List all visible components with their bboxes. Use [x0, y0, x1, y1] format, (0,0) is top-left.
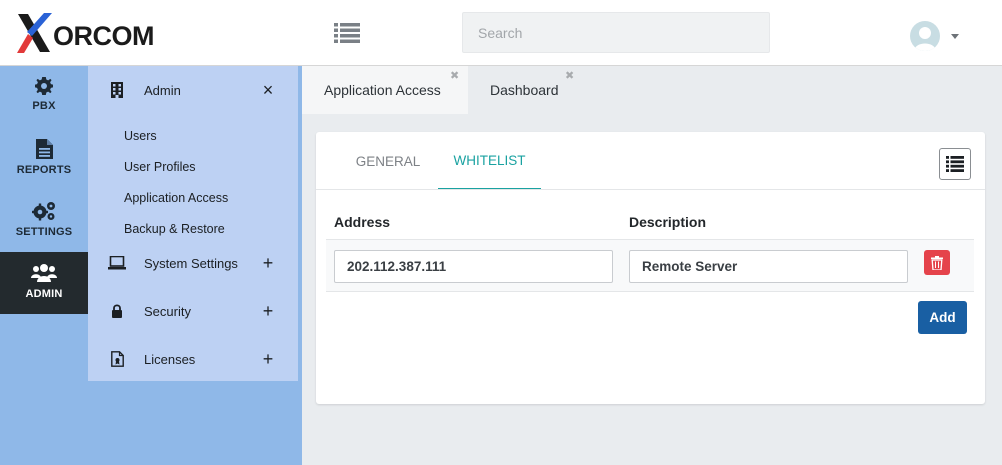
tab-general[interactable]: GENERAL: [338, 132, 438, 190]
submenu-system-settings-label: System Settings: [144, 255, 238, 271]
trash-icon: [931, 255, 943, 270]
close-icon[interactable]: ×: [258, 80, 278, 100]
tab-label: Application Access: [324, 82, 441, 98]
address-input[interactable]: [334, 250, 613, 283]
list-view-button[interactable]: [939, 148, 971, 180]
rail-item-reports[interactable]: REPORTS: [0, 128, 88, 190]
xorcom-logo[interactable]: ORCOM: [16, 12, 166, 54]
tab-application-access[interactable]: Application Access: [302, 66, 468, 114]
logo-text: ORCOM: [53, 21, 155, 51]
rail-item-admin[interactable]: ADMIN: [0, 252, 88, 314]
description-input[interactable]: [629, 250, 908, 283]
users-icon: [31, 264, 57, 282]
lock-icon: [108, 302, 126, 320]
submenu-item-backup-restore[interactable]: Backup & Restore: [124, 222, 225, 236]
submenu-item-user-profiles[interactable]: User Profiles: [124, 160, 196, 174]
submenu-admin-label: Admin: [144, 82, 181, 98]
tab-close-icon[interactable]: ✖: [450, 69, 459, 82]
expand-plus-icon[interactable]: +: [258, 349, 278, 369]
tab-close-icon[interactable]: ✖: [565, 69, 574, 82]
submenu-edge: [298, 66, 302, 465]
expand-plus-icon[interactable]: +: [258, 253, 278, 273]
search-input[interactable]: [462, 12, 770, 53]
rail-item-label: PBX: [32, 100, 56, 112]
user-menu[interactable]: [910, 21, 962, 51]
gears-icon: [32, 202, 55, 221]
column-header-description: Description: [629, 214, 707, 230]
page-tabs: Application Access ✖ Dashboard ✖: [302, 66, 1002, 114]
rail-item-pbx[interactable]: PBX: [0, 66, 88, 128]
submenu-item-users[interactable]: Users: [124, 129, 157, 143]
delete-row-button[interactable]: [924, 250, 950, 275]
license-file-icon: [108, 350, 126, 368]
list-icon: [946, 156, 964, 172]
laptop-icon: [108, 254, 126, 272]
application-access-panel: GENERAL WHITELIST Address Description Ad…: [316, 132, 985, 404]
column-header-address: Address: [334, 214, 391, 230]
submenu-item-application-access[interactable]: Application Access: [124, 191, 228, 205]
chevron-down-icon: [951, 33, 959, 39]
rail-item-label: REPORTS: [16, 164, 72, 176]
main-nav-rail: PBX REPORTS SETTINGS ADMIN: [0, 66, 88, 465]
submenu-system-settings-header[interactable]: System Settings +: [88, 240, 298, 286]
building-icon: [108, 81, 126, 99]
submenu-licenses-header[interactable]: Licenses +: [88, 336, 298, 382]
rail-item-settings[interactable]: SETTINGS: [0, 190, 88, 252]
admin-submenu: Admin × Users User Profiles Application …: [88, 66, 298, 465]
submenu-panel: Admin × Users User Profiles Application …: [88, 66, 298, 381]
submenu-security-label: Security: [144, 303, 191, 319]
rail-item-label: ADMIN: [25, 288, 63, 300]
gear-icon: [35, 77, 53, 95]
submenu-security-header[interactable]: Security +: [88, 288, 298, 334]
submenu-admin-header[interactable]: Admin ×: [88, 67, 298, 113]
rail-item-label: SETTINGS: [15, 226, 73, 238]
submenu-licenses-label: Licenses: [144, 351, 196, 367]
document-icon: [35, 139, 53, 159]
menu-toggle-icon[interactable]: [334, 23, 360, 43]
tab-whitelist[interactable]: WHITELIST: [438, 132, 541, 190]
top-header: ORCOM: [0, 0, 1002, 66]
expand-plus-icon[interactable]: +: [258, 301, 278, 321]
logo-x-mark-icon: [17, 13, 52, 53]
panel-tabs-divider: [316, 189, 985, 190]
add-button[interactable]: Add: [918, 301, 967, 334]
tab-dashboard[interactable]: Dashboard: [468, 66, 580, 114]
tab-label: Dashboard: [490, 82, 559, 98]
user-avatar-icon: [910, 21, 940, 51]
